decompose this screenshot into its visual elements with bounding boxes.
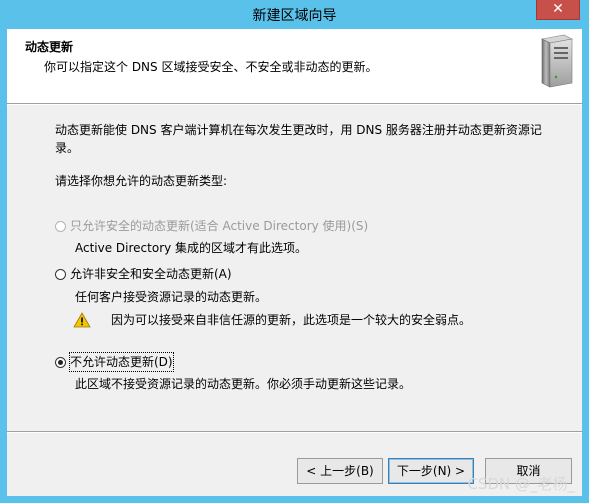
prompt-text: 请选择你想允许的动态更新类型: — [55, 174, 228, 188]
option-nonsecure-and-secure-description: 任何客户接受资源记录的动态更新。 — [75, 290, 268, 304]
next-button[interactable]: 下一步(N) > — [388, 458, 474, 484]
radio-secure-only — [55, 221, 66, 232]
header-divider — [7, 103, 582, 105]
footer-divider — [7, 431, 582, 433]
warning-icon — [73, 312, 91, 328]
wizard-header: 动态更新 你可以指定这个 DNS 区域接受安全、不安全或非动态的更新。 — [7, 29, 582, 103]
wizard-window: 新建区域向导 ✕ 动态更新 你可以指定这个 DNS 区域接受安全、不安全或非动态… — [0, 0, 589, 503]
option-nonsecure-and-secure-label[interactable]: 允许非安全和安全动态更新(A) — [70, 265, 232, 283]
header-subtitle: 你可以指定这个 DNS 区域接受安全、不安全或非动态的更新。 — [44, 60, 378, 74]
option-nonsecure-warning: 因为可以接受来自非信任源的更新，此选项是一个较大的安全弱点。 — [111, 313, 472, 327]
option-no-dynamic-update-description: 此区域不接受资源记录的动态更新。你必须手动更新这些记录。 — [75, 377, 412, 391]
radio-no-dynamic-update[interactable] — [55, 357, 66, 368]
wizard-client-area: 动态更新 你可以指定这个 DNS 区域接受安全、不安全或非动态的更新。 动态更新… — [7, 29, 582, 496]
description-text: 动态更新能使 DNS 客户端计算机在每次发生更改时，用 DNS 服务器注册并动态… — [55, 121, 575, 157]
radio-nonsecure-and-secure[interactable] — [55, 269, 66, 280]
close-icon: ✕ — [552, 1, 564, 17]
window-title: 新建区域向导 — [252, 8, 337, 24]
watermark-text: CSDN @_老杨_ — [467, 475, 575, 493]
title-bar[interactable]: 新建区域向导 ✕ — [0, 0, 589, 28]
header-title: 动态更新 — [25, 40, 74, 54]
option-secure-only-label: 只允许安全的动态更新(适合 Active Directory 使用)(S) — [70, 219, 369, 233]
option-secure-only-description: Active Directory 集成的区域才有此选项。 — [75, 241, 308, 255]
back-button[interactable]: < 上一步(B) — [297, 458, 383, 484]
description-line-1: 动态更新能使 DNS 客户端计算机在每次发生更改时，用 DNS 服务器注册并动态… — [55, 123, 542, 137]
server-icon — [541, 34, 573, 88]
description-line-2: 录。 — [55, 141, 80, 155]
option-no-dynamic-update-label[interactable]: 不允许动态更新(D) — [69, 352, 174, 372]
close-button[interactable]: ✕ — [536, 0, 580, 20]
